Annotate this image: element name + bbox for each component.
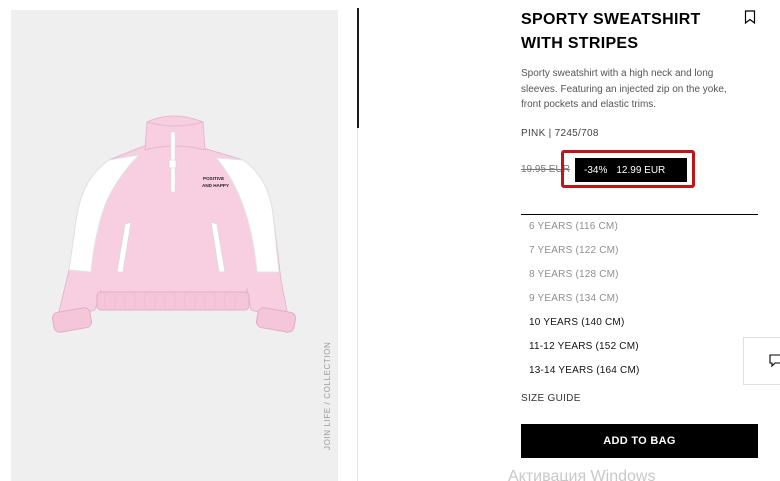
add-to-bag-button[interactable]: ADD TO BAG — [521, 424, 758, 458]
product-title: SPORTY SWEATSHIRT WITH STRIPES — [521, 11, 701, 52]
size-option[interactable]: 11-12 YEARS (152 CM) — [521, 335, 758, 359]
size-option[interactable]: 6 YEARS (116 CM) — [521, 215, 758, 239]
windows-activation-watermark: Активация Windows — [508, 468, 656, 481]
size-option[interactable]: 7 YEARS (122 CM) — [521, 239, 758, 263]
size-option[interactable]: 10 YEARS (140 CM) — [521, 311, 758, 335]
size-option[interactable]: 8 YEARS (128 CM) — [521, 263, 758, 287]
print-line-2: AND HAPPY — [202, 183, 229, 188]
size-option[interactable]: 13-14 YEARS (164 CM) — [521, 359, 758, 383]
scroll-divider[interactable] — [357, 8, 359, 128]
price-highlight-box — [561, 150, 695, 188]
sweatshirt-illustration: POSITIVE AND HAPPY — [52, 115, 296, 333]
chat-icon — [769, 354, 780, 368]
bookmark-icon[interactable] — [744, 10, 756, 24]
size-option[interactable]: 9 YEARS (134 CM) — [521, 287, 758, 311]
product-image[interactable]: POSITIVE AND HAPPY JOIN LIFE / COLLECTIO… — [11, 10, 338, 481]
size-guide-link[interactable]: SIZE GUIDE — [521, 393, 581, 404]
size-selector: 6 YEARS (116 CM) 7 YEARS (122 CM) 8 YEAR… — [521, 214, 758, 383]
print-line-1: POSITIVE — [203, 176, 224, 181]
collection-label: JOIN LIFE / COLLECTION — [323, 341, 332, 450]
chat-widget[interactable] — [743, 337, 780, 385]
divider — [357, 128, 358, 481]
product-description: Sporty sweatshirt with a high neck and l… — [521, 68, 727, 110]
color-reference: PINK | 7245/708 — [521, 128, 599, 139]
